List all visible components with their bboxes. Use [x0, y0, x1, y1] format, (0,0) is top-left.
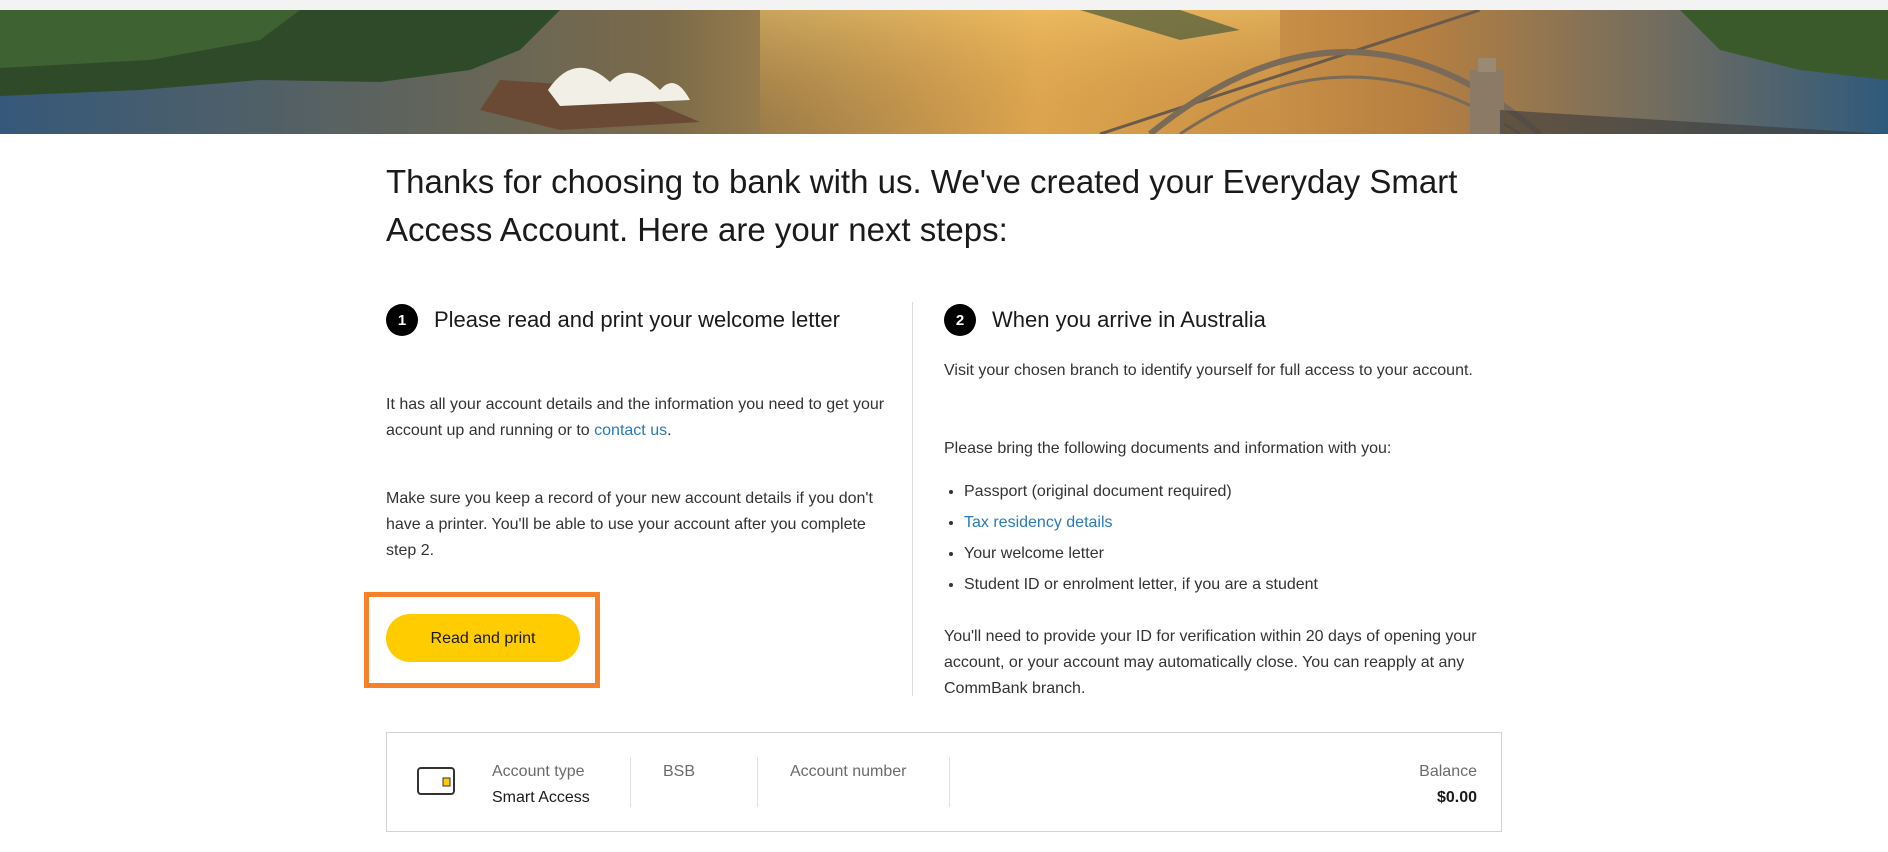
step-1-number-badge: 1 [386, 304, 418, 336]
step-1-header: 1 Please read and print your welcome let… [386, 300, 886, 340]
tax-residency-details-link[interactable]: Tax residency details [964, 514, 1113, 531]
account-type-value: Smart Access [492, 789, 590, 806]
list-item-welcome-letter: Your welcome letter [964, 538, 1318, 569]
account-number-cell: Account number [790, 759, 907, 785]
step-2-number-badge: 2 [944, 304, 976, 336]
step-2-section: 2 When you arrive in Australia Visit you… [944, 300, 1504, 697]
card-icon [417, 767, 455, 795]
bsb-cell: BSB [663, 759, 695, 785]
list-item-passport: Passport (original document required) [964, 476, 1318, 507]
account-type-label: Account type [492, 763, 585, 780]
cell-divider [949, 757, 950, 807]
balance-label: Balance [1419, 763, 1477, 780]
visit-branch-text: Visit your chosen branch to identify you… [944, 362, 1473, 379]
balance-cell: Balance $0.00 [1419, 759, 1477, 811]
read-and-print-button[interactable]: Read and print [386, 614, 580, 662]
page: Thanks for choosing to bank with us. We'… [0, 0, 1888, 852]
account-number-label: Account number [790, 763, 907, 780]
account-type-cell: Account type Smart Access [492, 759, 590, 811]
id-verification-note: You'll need to provide your ID for verif… [944, 628, 1477, 697]
bring-documents-text: Please bring the following documents and… [944, 440, 1392, 457]
cell-divider [630, 757, 631, 807]
step-2-title: When you arrive in Australia [992, 307, 1266, 332]
step-1-title: Please read and print your welcome lette… [434, 307, 840, 332]
contact-us-link[interactable]: contact us [594, 422, 667, 439]
welcome-letter-text-end: . [667, 422, 672, 439]
page-title: Thanks for choosing to bank with us. We'… [386, 163, 1458, 248]
cell-divider [757, 757, 758, 807]
welcome-letter-description: It has all your account details and the … [386, 392, 886, 444]
record-details-note: Make sure you keep a record of your new … [386, 490, 873, 559]
documents-list: Passport (original document required) Ta… [944, 476, 1318, 600]
bsb-label: BSB [663, 763, 696, 780]
list-item-tax-residency: Tax residency details [964, 507, 1318, 538]
account-summary-strip: Account type Smart Access BSB Account nu… [386, 732, 1502, 832]
step-1-section: 1 Please read and print your welcome let… [364, 300, 886, 688]
step-2-header: 2 When you arrive in Australia [944, 300, 1504, 340]
list-item-student-id: Student ID or enrolment letter, if you a… [964, 569, 1318, 600]
sydney-harbour-banner [0, 10, 1888, 134]
column-divider [912, 302, 913, 696]
balance-value: $0.00 [1436, 789, 1477, 806]
